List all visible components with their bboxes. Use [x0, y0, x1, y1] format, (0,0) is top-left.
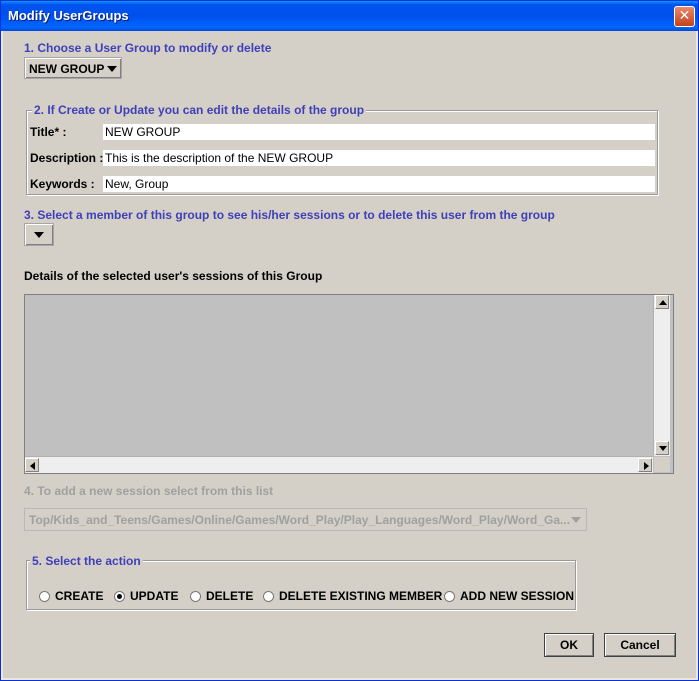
radio-delete[interactable]: DELETE [190, 589, 253, 603]
title-bar[interactable]: Modify UserGroups ✕ [1, 1, 698, 31]
step5-legend: 5. Select the action [30, 554, 143, 568]
radio-circle[interactable] [39, 590, 50, 602]
close-icon: ✕ [678, 8, 691, 24]
step4-label: 4. To add a new session select from this… [24, 484, 274, 498]
description-field[interactable]: This is the description of the NEW GROUP [103, 150, 655, 166]
scroll-up-button[interactable] [655, 295, 669, 309]
radio-circle[interactable] [263, 590, 274, 602]
vertical-scrollbar[interactable] [653, 295, 670, 456]
radio-update[interactable]: UPDATE [114, 589, 178, 603]
radio-circle[interactable] [114, 590, 125, 602]
step3-label: 3. Select a member of this group to see … [24, 208, 555, 222]
keywords-field[interactable]: New, Group [103, 176, 655, 192]
step1-label: 1. Choose a User Group to modify or dele… [24, 41, 272, 55]
radio-delete-existing-member[interactable]: DELETE EXISTING MEMBER [263, 589, 442, 603]
cancel-button[interactable]: Cancel [604, 633, 676, 657]
chevron-down-icon [34, 232, 44, 238]
radio-label: UPDATE [130, 589, 179, 603]
step2-legend: 2. If Create or Update you can edit the … [32, 103, 367, 117]
radio-add-new-session[interactable]: ADD NEW SESSION [444, 589, 574, 603]
horizontal-scrollbar[interactable] [25, 456, 653, 473]
radio-create[interactable]: CREATE [39, 589, 103, 603]
sessions-label: Details of the selected user's sessions … [24, 269, 323, 283]
radio-circle[interactable] [444, 590, 455, 602]
member-select[interactable] [24, 223, 54, 246]
description-label: Description : [30, 151, 104, 165]
radio-label: CREATE [55, 589, 104, 603]
chevron-down-icon [107, 66, 117, 72]
chevron-down-icon [571, 517, 581, 523]
arrow-right-icon [644, 462, 649, 470]
ok-button[interactable]: OK [544, 633, 594, 657]
keywords-label: Keywords : [30, 177, 95, 191]
action-panel: 5. Select the action CREATE UPDATE DELET… [26, 554, 576, 610]
scroll-left-button[interactable] [25, 458, 39, 472]
arrow-down-icon [659, 446, 667, 451]
group-details-panel: 2. If Create or Update you can edit the … [26, 103, 658, 195]
radio-label: DELETE EXISTING MEMBER [279, 589, 443, 603]
title-field[interactable]: NEW GROUP [103, 124, 655, 140]
arrow-left-icon [30, 462, 35, 470]
radio-circle[interactable] [190, 590, 201, 602]
sessions-list[interactable] [24, 294, 674, 474]
new-session-select[interactable]: Top/Kids_and_Teens/Games/Online/Games/Wo… [24, 508, 587, 531]
new-session-value: Top/Kids_and_Teens/Games/Online/Games/Wo… [29, 513, 571, 527]
scroll-right-button[interactable] [638, 458, 652, 472]
scroll-corner [654, 457, 670, 472]
radio-label: DELETE [206, 589, 254, 603]
scroll-down-button[interactable] [655, 441, 669, 455]
radio-label: ADD NEW SESSION [460, 589, 575, 603]
arrow-up-icon [659, 300, 667, 305]
window-title: Modify UserGroups [8, 8, 129, 23]
user-group-value: NEW GROUP [29, 62, 105, 76]
dialog-window: Modify UserGroups ✕ 1. Choose a User Gro… [0, 0, 699, 681]
dialog-content: 1. Choose a User Group to modify or dele… [3, 31, 696, 678]
user-group-select[interactable]: NEW GROUP [24, 57, 122, 79]
close-button[interactable]: ✕ [674, 6, 695, 27]
title-label: Title* : [30, 125, 67, 139]
